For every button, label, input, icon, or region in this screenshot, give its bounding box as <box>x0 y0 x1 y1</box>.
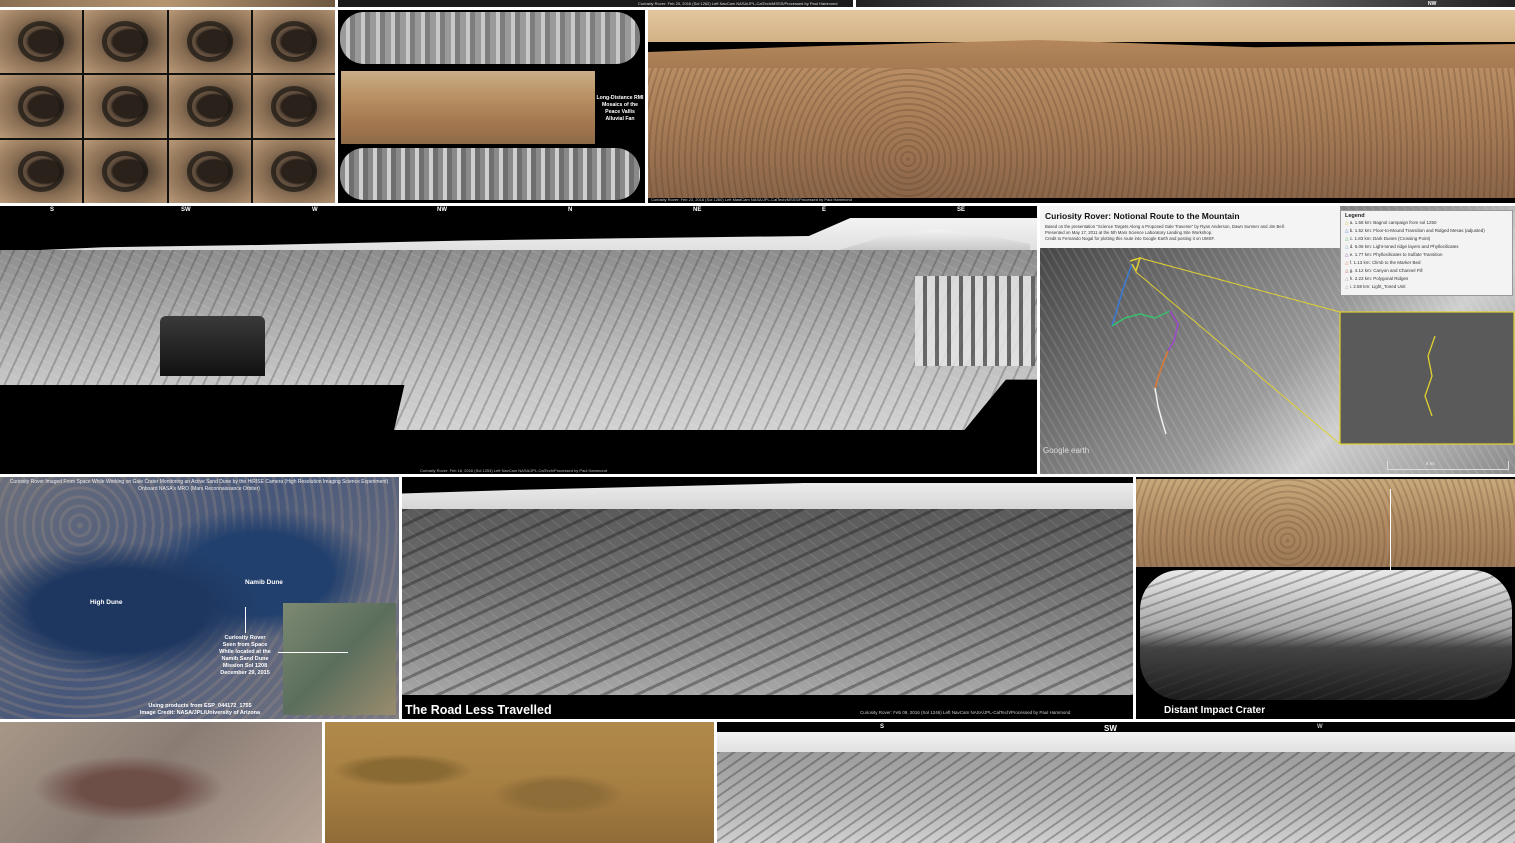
compass-label: S <box>50 207 55 213</box>
route-path-yellow <box>1129 256 1142 273</box>
compass-label: SW <box>181 207 191 213</box>
top-strip-right: NW <box>856 0 1515 7</box>
compass-label: NW <box>437 207 447 213</box>
mastcam-caption: Curiosity Rover: Feb 23, 2016 (Sol 1260)… <box>651 197 852 202</box>
wheel-cell <box>0 10 83 73</box>
compass-label: S <box>880 724 885 730</box>
hirise-rover-note: Curiosity Rover Seen from Space While lo… <box>219 635 271 676</box>
wheel-cell <box>84 75 167 138</box>
top-strip-compass: NW <box>1428 1 1437 7</box>
hirise-label-namib-dune: Namib Dune <box>245 579 283 586</box>
wheel-grid-cells <box>0 10 335 203</box>
rmi-mosaic-tile: Long-Distance RMI Mosaics of the Peace V… <box>338 10 645 203</box>
wheel-cell <box>252 75 335 138</box>
sandstone-rocks-tile <box>325 722 714 843</box>
navcam-caption: Curiosity Rover: Feb 16, 2016 (Sol 1253)… <box>420 468 607 473</box>
compass-label: W <box>1317 724 1323 730</box>
road-caption: Curiosity Rover: Feb 09, 2016 (Sol 1246)… <box>860 710 1071 715</box>
compass-label: W <box>312 207 318 213</box>
hirise-tile: Curiosity Rover Imaged From Space While … <box>0 477 399 719</box>
rmi-title: Long-Distance RMI Mosaics of the Peace V… <box>596 95 644 122</box>
top-strip-left <box>0 0 335 7</box>
route-path-purple <box>1167 310 1179 352</box>
road-title: The Road Less Travelled <box>405 703 552 717</box>
zoom-inset-frame <box>1339 311 1515 445</box>
route-path-green <box>1111 310 1171 327</box>
bottom-pano-terrain <box>717 752 1515 843</box>
anaglyph-rock-tile <box>0 722 322 843</box>
distant-impact-crater-tile: Distant Impact Crater <box>1136 477 1515 719</box>
mastcam-sky <box>648 10 1515 42</box>
wheel-cell <box>84 10 167 73</box>
hirise-inset <box>283 603 396 715</box>
route-map-scale-label: 6 mi <box>1426 461 1435 466</box>
rmi-mosaic-strip-bottom <box>340 148 640 200</box>
road-terrain <box>402 509 1133 695</box>
google-earth-watermark: Google earth <box>1043 446 1090 455</box>
mastcam-ground <box>648 68 1515 198</box>
compass-label: SE <box>957 207 966 213</box>
crater-title: Distant Impact Crater <box>1164 705 1266 716</box>
rmi-color-strip <box>341 71 595 144</box>
rmi-mosaic-strip-top <box>340 12 640 64</box>
zoom-connector-top <box>1139 257 1341 313</box>
wheel-cell <box>168 10 251 73</box>
hirise-rover-pointer <box>245 607 246 633</box>
route-path-orange <box>1154 350 1169 389</box>
hirise-rover-pointer-horizontal <box>278 652 348 653</box>
route-map-tile: Curiosity Rover: Notional Route to the M… <box>1040 206 1515 474</box>
wheel-cell <box>252 10 335 73</box>
navcam-bw-panorama-tile: S SW W NW N NE E SE Curiosity Rover: Feb… <box>0 206 1037 474</box>
bottom-bw-panorama-tile: S SW W <box>717 722 1515 843</box>
wheel-cell <box>0 75 83 138</box>
hirise-title: Curiosity Rover Imaged From Space While … <box>9 479 389 492</box>
hirise-label-high-dune: High Dune <box>90 599 123 606</box>
wheel-cell <box>0 140 83 203</box>
route-map-scale-bar: 6 mi <box>1387 461 1509 470</box>
wheel-cell <box>168 140 251 203</box>
compass-label: N <box>568 207 573 213</box>
navcam-rover-deck-right <box>915 276 1035 366</box>
route-path-white <box>1154 387 1167 435</box>
top-strip-center: Curiosity Rover: Feb 25, 2016 (Sol 1262)… <box>338 0 853 7</box>
wheel-cell <box>84 140 167 203</box>
wheel-cell <box>252 140 335 203</box>
compass-label: E <box>822 207 827 213</box>
wheel-cell <box>168 75 251 138</box>
zoom-connector-bottom <box>1135 271 1341 445</box>
navcam-rover-deck-left <box>160 316 265 376</box>
crater-color-strip <box>1136 479 1515 567</box>
road-less-travelled-tile: The Road Less Travelled Curiosity Rover:… <box>402 477 1133 719</box>
navcam-terrain <box>0 250 1037 430</box>
wheel-image-grid <box>0 10 335 203</box>
hirise-credit: Using products from ESP_044172_1755 Imag… <box>139 703 261 716</box>
compass-label: NE <box>693 207 702 213</box>
mastcam-panorama-tile: Curiosity Rover: Feb 23, 2016 (Sol 1260)… <box>648 10 1515 203</box>
route-map-overlay <box>1111 256 1515 445</box>
top-strip-caption: Curiosity Rover: Feb 25, 2016 (Sol 1262)… <box>638 1 838 6</box>
crater-bw-mosaic <box>1140 570 1512 700</box>
